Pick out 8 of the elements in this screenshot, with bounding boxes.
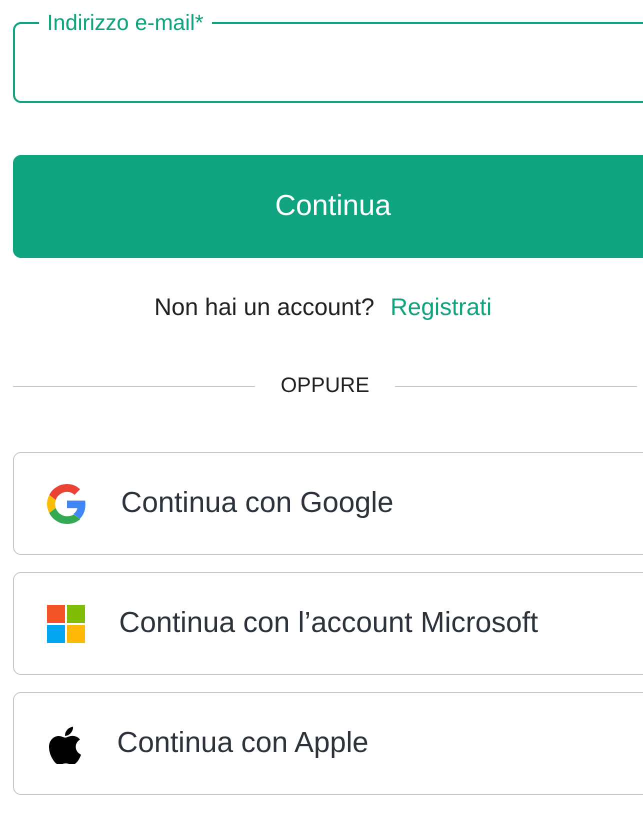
signup-prompt: Non hai un account?: [154, 294, 374, 322]
field-label: Indirizzo e-mail*: [46, 10, 204, 36]
divider-label: OPPURE: [280, 374, 370, 398]
microsoft-sign-in-button[interactable]: Continua con l’account Microsoft: [13, 572, 643, 675]
apple-sign-in-button[interactable]: Continua con Apple: [13, 692, 643, 795]
google-sign-in-button[interactable]: Continua con Google: [13, 452, 643, 555]
google-g-icon: [47, 484, 87, 524]
four-squares-icon: [47, 604, 85, 642]
